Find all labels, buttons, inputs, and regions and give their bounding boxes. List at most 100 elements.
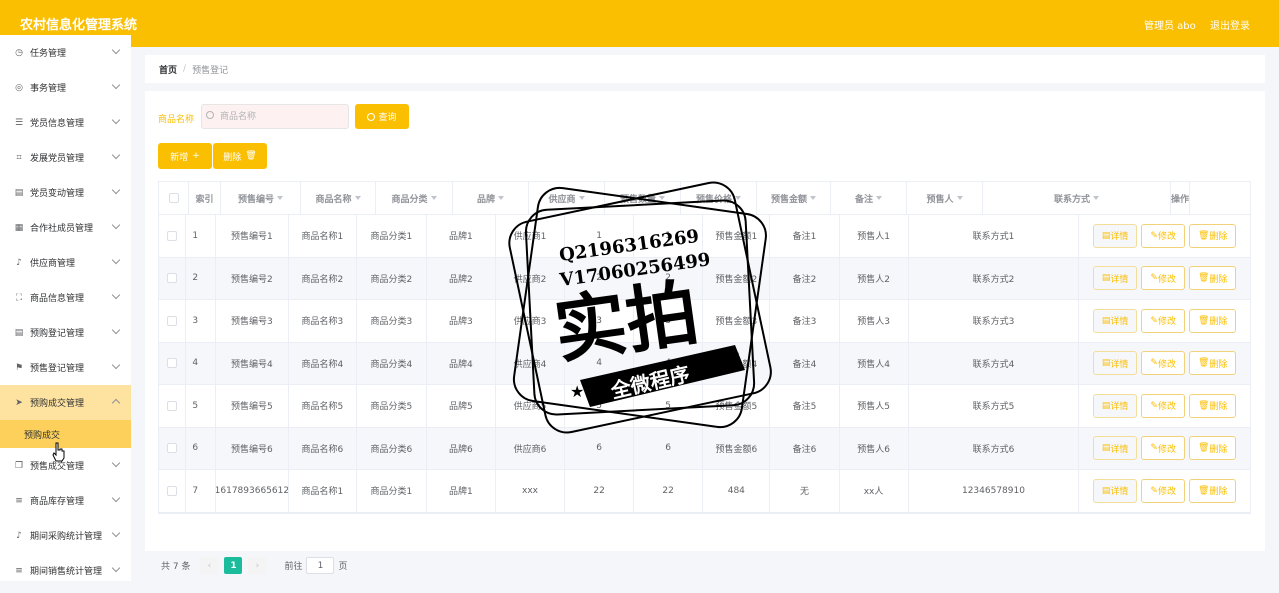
row-delete-button[interactable]: 🗑 删除	[1188, 436, 1237, 461]
sidebar-item[interactable]: ⌗ 发展党员管理	[0, 140, 131, 175]
sidebar-item[interactable]: ⛶ 商品信息管理	[0, 280, 131, 315]
table-cell: 供应商3	[496, 300, 566, 342]
sidebar-item[interactable]: ♪ 期间采购统计管理	[0, 518, 131, 553]
pencil-icon: ✎	[1150, 485, 1158, 496]
column-header[interactable]: 品牌	[453, 182, 529, 214]
search-label: 商品名称	[158, 115, 195, 125]
goto-page-input[interactable]	[306, 557, 335, 574]
column-header[interactable]: 备注	[831, 182, 907, 214]
sidebar-item[interactable]: ≡ 商品库存管理	[0, 483, 131, 518]
edit-button[interactable]: ✎ 修改	[1141, 266, 1185, 291]
circle-icon: ◎	[15, 82, 23, 93]
sidebar-item[interactable]: ⚑ 预售登记管理	[0, 350, 131, 385]
sidebar-item[interactable]: ➤ 预购成交管理	[0, 385, 131, 420]
detail-button[interactable]: ▤ 详情	[1092, 266, 1138, 291]
search-button[interactable]: 查询	[355, 104, 409, 129]
row-delete-button[interactable]: 🗑 删除	[1188, 308, 1237, 333]
sort-icon[interactable]	[735, 196, 741, 200]
table-cell: 商品名称6	[289, 427, 357, 469]
add-button[interactable]: 新增 +	[158, 143, 212, 169]
edit-button[interactable]: ✎ 修改	[1141, 393, 1185, 418]
search-input[interactable]	[201, 104, 349, 129]
edit-button[interactable]: ✎ 修改	[1141, 478, 1185, 503]
sort-icon[interactable]	[430, 196, 437, 200]
column-header[interactable]: 预售编号	[221, 182, 301, 214]
column-header[interactable]: 供应商	[529, 182, 605, 214]
next-page-button[interactable]: ›	[248, 557, 267, 574]
column-header[interactable]: 商品名称	[301, 182, 376, 214]
row-checkbox[interactable]	[167, 485, 178, 496]
detail-button[interactable]: ▤ 详情	[1092, 308, 1138, 333]
row-delete-button[interactable]: 🗑 删除	[1188, 266, 1237, 291]
logout-link[interactable]: 退出登录	[1210, 17, 1250, 32]
sidebar-item[interactable]: ☰ 党员信息管理	[0, 105, 131, 140]
sliders-icon: ☰	[14, 117, 24, 128]
table-row: 2 预售编号2 商品名称2 商品分类2 品牌2 供应商2 2 2 预售金额2 备注2 预售人2 联系方…	[159, 257, 1250, 300]
row-checkbox[interactable]	[167, 443, 178, 454]
sort-icon[interactable]	[876, 196, 882, 200]
sort-icon[interactable]	[578, 196, 585, 200]
sidebar-item[interactable]: ♪ 供应商管理	[0, 245, 131, 280]
sidebar-item[interactable]: ▤ 党员变动管理	[0, 175, 131, 210]
sort-icon[interactable]	[659, 196, 665, 200]
sort-icon[interactable]	[1093, 196, 1099, 200]
table-cell: 预售人1	[840, 215, 909, 257]
row-checkbox[interactable]	[167, 315, 178, 326]
column-header[interactable]: 预售人	[907, 182, 983, 214]
table-cell: 品牌5	[427, 385, 496, 427]
row-select-cell	[159, 342, 187, 384]
row-checkbox[interactable]	[167, 230, 178, 241]
sort-icon[interactable]	[498, 196, 504, 200]
column-header[interactable]: 预售数量	[605, 182, 681, 214]
column-header[interactable]: 预售价格	[681, 182, 757, 214]
total-count: 共 7 条	[161, 562, 191, 572]
sidebar-item[interactable]: ▦ 合作社成员管理	[0, 210, 131, 245]
table-cell: 商品名称2	[289, 257, 357, 299]
edit-button[interactable]: ✎ 修改	[1141, 436, 1185, 461]
row-delete-button[interactable]: 🗑 删除	[1188, 351, 1237, 376]
row-delete-button-label: 删除	[1209, 232, 1228, 243]
row-select-cell	[159, 470, 187, 512]
sidebar-item[interactable]: ▤ 预购登记管理	[0, 315, 131, 350]
column-header[interactable]: 预售金额	[757, 182, 831, 214]
pencil-icon: ✎	[1150, 400, 1158, 411]
table-cell: 22	[634, 470, 704, 512]
detail-button[interactable]: ▤ 详情	[1092, 223, 1138, 248]
sort-icon[interactable]	[810, 196, 816, 200]
table-cell: 1	[186, 215, 217, 257]
sort-icon[interactable]	[956, 196, 963, 200]
sidebar-item-label: 发展党员管理	[30, 154, 85, 164]
search-icon	[206, 111, 214, 119]
breadcrumb-home[interactable]: 首页	[159, 63, 177, 76]
edit-button[interactable]: ✎ 修改	[1141, 223, 1185, 248]
sidebar-item[interactable]: ≡ 期间销售统计管理	[0, 553, 131, 581]
column-header[interactable]: 联系方式	[983, 182, 1171, 214]
row-delete-button[interactable]: 🗑 删除	[1188, 393, 1237, 418]
row-checkbox[interactable]	[167, 273, 178, 284]
sidebar-item[interactable]: ◎ 事务管理	[0, 70, 131, 105]
page-1-button[interactable]: 1	[224, 557, 243, 574]
pencil-icon: ✎	[1150, 273, 1158, 284]
sidebar: ◷ 任务管理 ◎ 事务管理 ☰ 党员信息管理 ⌗ 发展党员管理 ▤ 党员变动管理 ▦ 合作社成员管理 ♪…	[0, 35, 131, 581]
edit-button[interactable]: ✎ 修改	[1141, 351, 1185, 376]
prev-page-button[interactable]: ‹	[200, 557, 219, 574]
row-delete-button[interactable]: 🗑 删除	[1188, 223, 1237, 248]
sidebar-item[interactable]: ◷ 任务管理	[0, 35, 131, 70]
detail-button[interactable]: ▤ 详情	[1092, 478, 1138, 503]
row-select-cell	[159, 427, 187, 469]
row-checkbox[interactable]	[167, 358, 178, 369]
select-all-checkbox[interactable]	[168, 193, 179, 203]
detail-button[interactable]: ▤ 详情	[1092, 393, 1138, 418]
table-cell: 品牌1	[427, 470, 496, 512]
row-checkbox[interactable]	[167, 400, 178, 411]
column-header[interactable]: 商品分类	[376, 182, 453, 214]
edit-button[interactable]: ✎ 修改	[1141, 308, 1185, 333]
sort-icon[interactable]	[277, 196, 283, 200]
detail-button[interactable]: ▤ 详情	[1092, 436, 1138, 461]
detail-button[interactable]: ▤ 详情	[1092, 351, 1138, 376]
sidebar-item-label: 供应商管理	[30, 259, 76, 269]
row-delete-button[interactable]: 🗑 删除	[1188, 478, 1237, 503]
sort-icon[interactable]	[354, 196, 361, 200]
table-cell: 联系方式4	[909, 342, 1080, 384]
delete-button[interactable]: 删除 🗑	[213, 143, 267, 169]
